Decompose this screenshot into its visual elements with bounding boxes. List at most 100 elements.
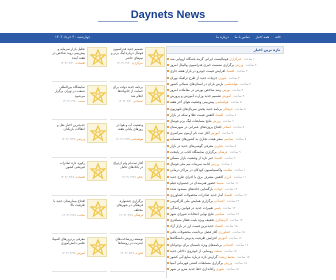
logo-placeholder-icon[interactable] <box>87 237 107 257</box>
nav-link-all-news[interactable]: همه اخبار <box>256 35 269 39</box>
news-card[interactable]: رکورد تازه صادرات غیرنفتی کشور اقتصادی ۱۴… <box>52 160 107 195</box>
bullet-icon <box>167 200 169 203</box>
news-item-time: ۱۸ ساعت <box>226 267 239 272</box>
news-card[interactable]: برنامه جدید دولت برای حمایت از خانواده‌ه… <box>110 84 165 119</box>
bullet-icon <box>167 101 169 104</box>
bullet-icon <box>167 237 169 240</box>
news-card-meta: فرهنگی ۱۴۰۳/۰۳/۲۸ <box>110 213 143 217</box>
news-card-title[interactable]: تحلیل بازار سرمایه و پیش‌بینی روند شاخص … <box>52 47 85 60</box>
logo-placeholder-icon[interactable] <box>145 47 165 67</box>
card-divider <box>110 194 165 195</box>
nav-link-contact[interactable]: تماس با ما <box>235 35 250 39</box>
news-card-title[interactable]: معرفی برترین‌های المپیاد علمی دانش‌آموزی <box>52 237 85 246</box>
news-card[interactable]: افتتاح بیمارستان جدید با ظرفیت بالا سلامت… <box>52 198 107 233</box>
news-item-title[interactable]: راه‌اندازی خط جدید مترو در شهر <box>170 266 215 272</box>
bullet-icon <box>167 231 169 234</box>
bullet-icon <box>167 249 169 252</box>
bullet-icon <box>167 218 169 221</box>
logo-placeholder-icon[interactable] <box>145 123 165 143</box>
latest-news-heading: تازه ترین اخبار <box>253 48 280 52</box>
card-divider <box>52 80 107 81</box>
news-card-time: ۱۴۰۳/۰۳/۳۰ <box>118 99 133 103</box>
news-card-grid: تصمیم جدید فدراسیون فوتبال درباره لیگ بر… <box>52 46 165 278</box>
news-card-title[interactable]: توسعه زیرساخت‌های اینترنت در روستاها <box>110 237 143 246</box>
news-card-source: اقتصادی <box>75 175 85 179</box>
logo-placeholder-icon[interactable] <box>87 85 107 105</box>
news-card-source: سلامت <box>76 213 85 217</box>
news-list-item[interactable]: راه‌اندازی خط جدید مترو در شهر شهری ۱۸ ساع… <box>166 266 282 272</box>
news-card-meta: آموزش ۱۴۰۳/۰۳/۲۷ <box>52 251 85 255</box>
news-card[interactable]: برگزاری جشنواره فرهنگی در شهرهای مختلف فر… <box>110 198 165 233</box>
logo-placeholder-icon[interactable] <box>145 161 165 181</box>
logo-placeholder-icon[interactable] <box>87 47 107 67</box>
news-card-title[interactable]: تصمیم جدید فدراسیون فوتبال درباره لیگ بر… <box>110 47 143 60</box>
bullet-icon <box>167 194 169 197</box>
bullet-icon <box>167 107 169 110</box>
news-card-title[interactable]: نمایشگاه بین‌المللی صنعت در تهران برگزار… <box>52 85 85 98</box>
news-card-meta: سلامت ۱۴۰۳/۰۳/۲۸ <box>52 213 85 217</box>
news-card-meta: اقتصادی ۱۴۰۳/۰۳/۳۰ <box>52 61 85 65</box>
card-divider <box>110 232 165 233</box>
news-card-time: ۱۴۰۳/۰۳/۲۷ <box>120 251 135 255</box>
news-card-time: ۱۴۰۳/۰۳/۲۹ <box>121 175 136 179</box>
news-card[interactable]: جدیدترین اخبار نقل و انتقالات بازیکنان ور… <box>52 122 107 157</box>
news-card-time: ۱۴۰۳/۰۳/۳۰ <box>60 61 75 65</box>
nav-link-about[interactable]: درباره ما <box>216 35 228 39</box>
bullet-icon <box>167 113 169 116</box>
news-card[interactable]: تصمیم جدید فدراسیون فوتبال درباره لیگ بر… <box>110 46 165 81</box>
logo-placeholder-icon[interactable] <box>87 123 107 143</box>
logo-placeholder-icon[interactable] <box>145 237 165 257</box>
news-card-source: آموزش <box>76 251 86 255</box>
bullet-icon <box>167 169 169 172</box>
bullet-icon <box>167 150 169 153</box>
card-divider <box>52 232 107 233</box>
news-card-title[interactable]: افتتاح بیمارستان جدید با ظرفیت بالا <box>52 199 85 208</box>
news-card-title[interactable]: رکورد تازه صادرات غیرنفتی کشور <box>52 161 85 170</box>
news-card[interactable]: معرفی برترین‌های المپیاد علمی دانش‌آموزی… <box>52 236 107 271</box>
bullet-icon <box>167 58 169 61</box>
news-card[interactable]: تحلیل بازار سرمایه و پیش‌بینی روند شاخص … <box>52 46 107 81</box>
news-card-time: ۱۴۰۳/۰۳/۲۸ <box>119 213 134 217</box>
latest-news-column: تازه ترین اخبار فوتبالیست ایرانی گزینه ب… <box>166 46 284 278</box>
news-card[interactable]: نمایشگاه بین‌المللی صنعت در تهران برگزار… <box>52 84 107 119</box>
bullet-icon <box>167 89 169 92</box>
news-card[interactable]: وضعیت آب و هوا در روزهای پایانی هفته هواش… <box>110 122 165 157</box>
news-card-title[interactable]: وضعیت آب و هوا در روزهای پایانی هفته <box>110 123 143 132</box>
bullet-icon <box>167 206 169 209</box>
news-card-source: خبرگزاری <box>131 61 143 65</box>
news-card-source: هواشناسی <box>130 137 143 141</box>
bullet-icon <box>167 256 169 259</box>
bullet-icon <box>167 181 169 184</box>
news-card[interactable]: توسعه زیرساخت‌های اینترنت در روستاها فناو… <box>110 236 165 271</box>
card-divider <box>52 194 107 195</box>
site-title[interactable]: Daynets News <box>0 9 336 21</box>
latest-news-list: فوتبالیست ایرانی گزینه باشگاه اروپایی شد… <box>166 54 284 273</box>
main-navbar: چهارشنبه ۳۰ خرداد ۱۴۰۳ خانه همه اخبار تم… <box>0 33 336 43</box>
news-item-time: ۷ ساعت <box>233 125 245 130</box>
card-divider <box>110 270 165 271</box>
news-card-meta: فناوری ۱۴۰۳/۰۳/۲۷ <box>110 251 143 255</box>
site-header: Daynets News <box>0 0 336 33</box>
logo-placeholder-icon[interactable] <box>145 85 165 105</box>
news-card-source: اقتصادی <box>75 61 85 65</box>
news-card-source: بانکی <box>136 175 143 179</box>
news-card-title[interactable]: جدیدترین اخبار نقل و انتقالات بازیکنان <box>52 123 85 132</box>
news-card-source: اجتماعی <box>133 99 143 103</box>
logo-placeholder-icon[interactable] <box>145 199 165 219</box>
nav-link-home[interactable]: خانه <box>275 35 281 39</box>
bullet-icon <box>167 119 169 122</box>
news-card-title[interactable]: برنامه جدید دولت برای حمایت از خانواده‌ه… <box>110 85 143 98</box>
card-divider <box>52 118 107 119</box>
news-card-title[interactable]: آغاز ثبت‌نام وام ازدواج در بانک‌های عامل <box>110 161 143 170</box>
bullet-icon <box>167 225 169 228</box>
news-card-meta: خبرگزاری ۱۴۰۳/۰۳/۳۰ <box>110 61 143 65</box>
bullet-icon <box>167 144 169 147</box>
news-card[interactable]: آغاز ثبت‌نام وام ازدواج در بانک‌های عامل… <box>110 160 165 195</box>
bullet-icon <box>167 163 169 166</box>
news-card-title[interactable]: برگزاری جشنواره فرهنگی در شهرهای مختلف <box>110 199 143 212</box>
bullet-icon <box>167 175 169 178</box>
news-card-time: ۱۴۰۳/۰۳/۲۹ <box>61 137 76 141</box>
logo-placeholder-icon[interactable] <box>87 199 107 219</box>
logo-placeholder-icon[interactable] <box>87 161 107 181</box>
bullet-icon <box>167 126 169 129</box>
